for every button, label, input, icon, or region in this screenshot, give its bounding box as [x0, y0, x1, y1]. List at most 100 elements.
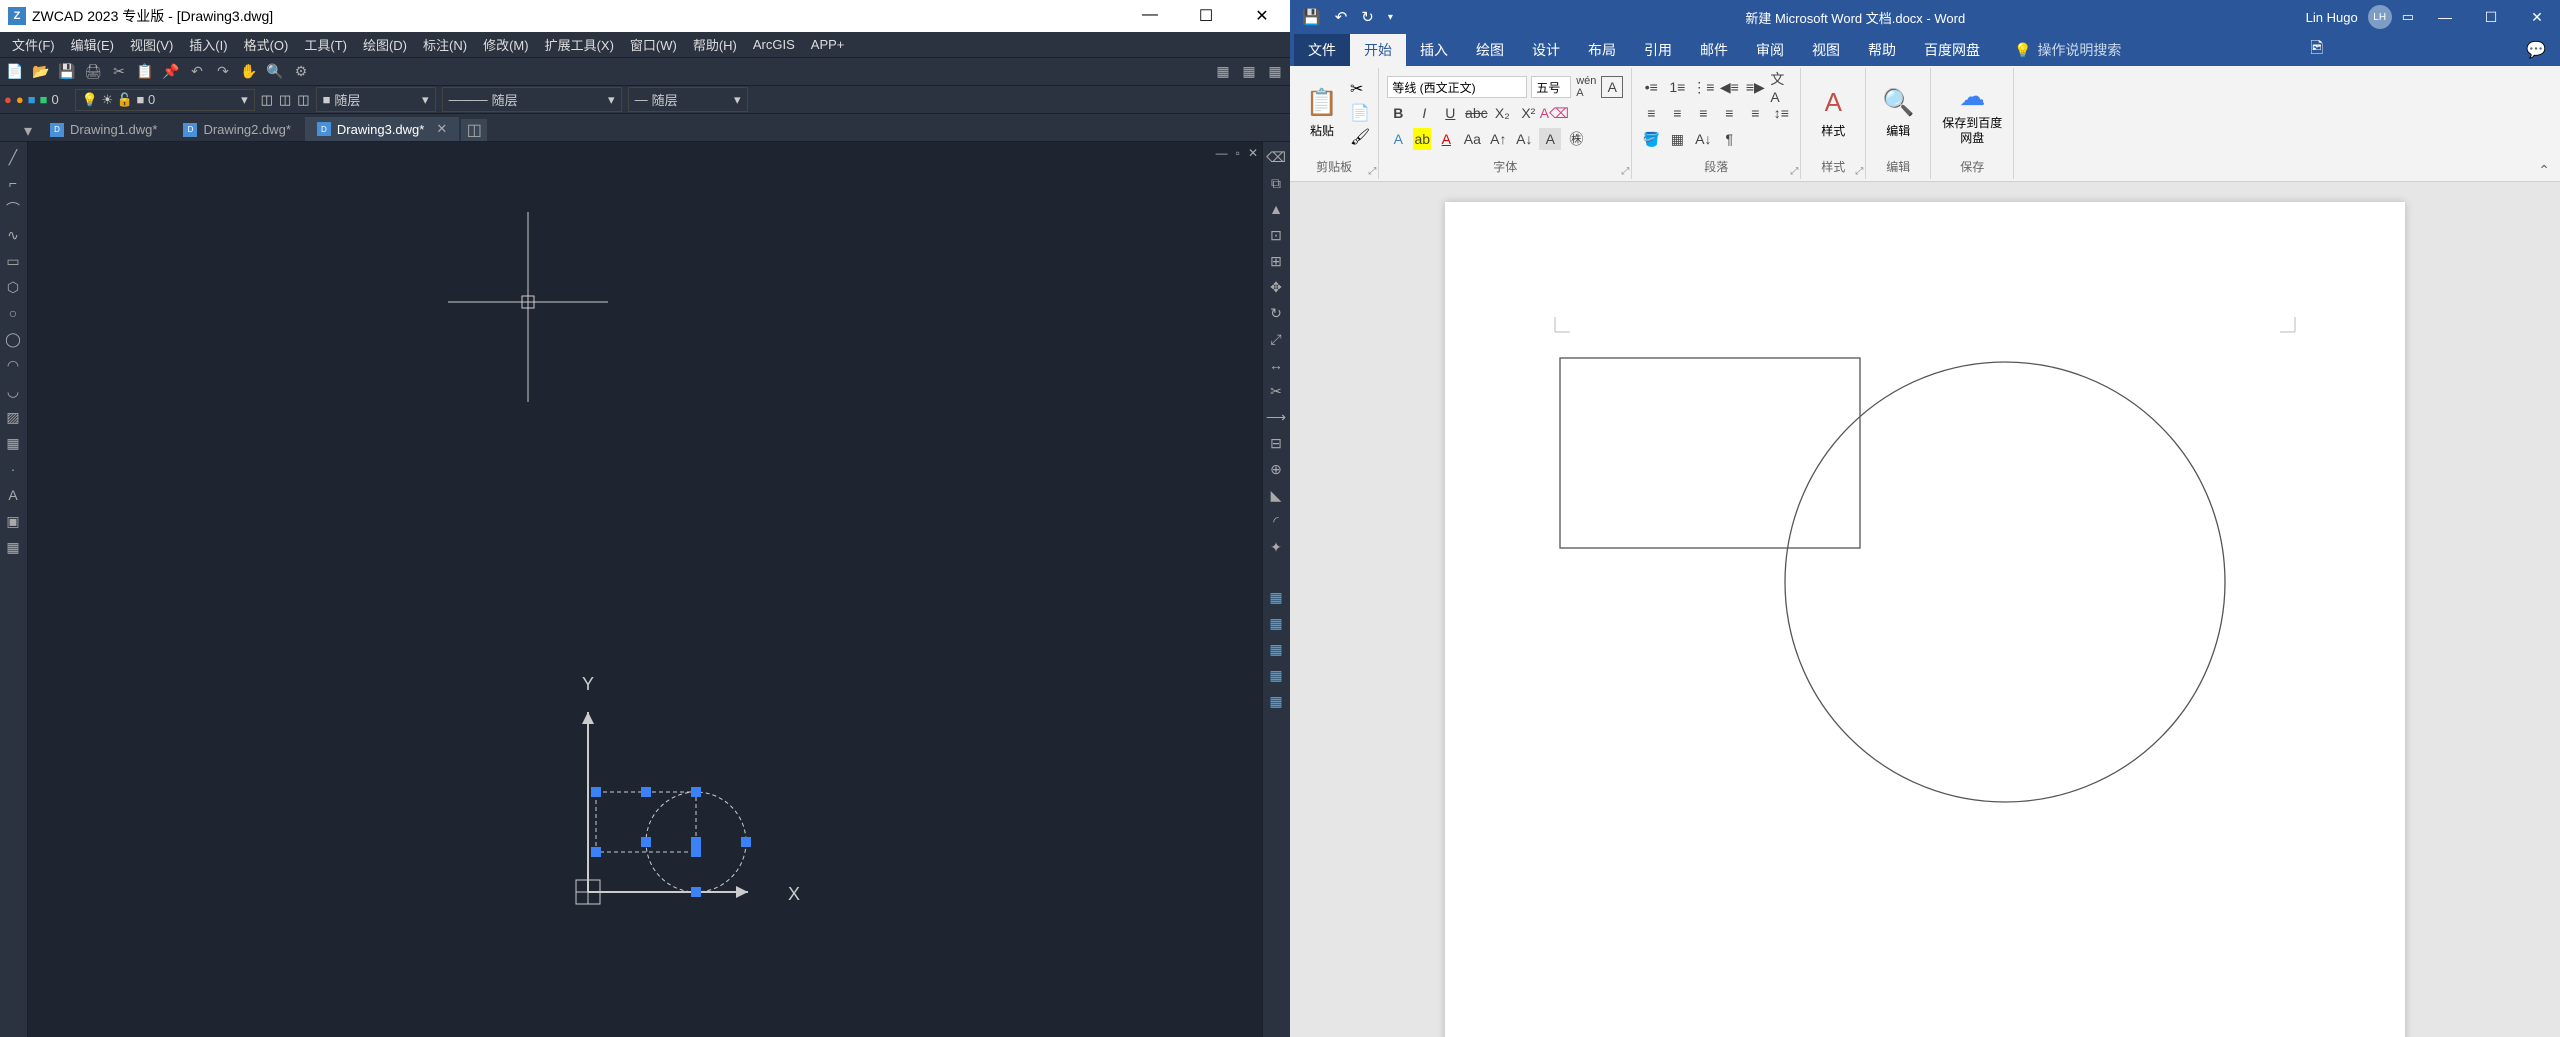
menu-window[interactable]: 窗口(W)	[622, 33, 685, 56]
polyline-tool-icon[interactable]: ⌐	[2, 172, 24, 194]
print-icon[interactable]: 🖨	[82, 61, 104, 83]
justify-icon[interactable]: ≡	[1718, 102, 1740, 124]
tab-draw[interactable]: 绘图	[1462, 34, 1518, 66]
borders-icon[interactable]: ▦	[1666, 128, 1688, 150]
array-tool-icon[interactable]: ⊞	[1265, 250, 1287, 272]
tab-drawing1[interactable]: D Drawing1.dwg*	[38, 118, 169, 141]
line-spacing-icon[interactable]: ↕≡	[1770, 102, 1792, 124]
text-tool-icon[interactable]: A	[2, 484, 24, 506]
chamfer-tool-icon[interactable]: ◣	[1265, 484, 1287, 506]
zwcad-canvas[interactable]: — ▫ ✕ X Y	[28, 142, 1262, 1037]
paste-button[interactable]: 📋 粘贴	[1298, 72, 1346, 154]
new-tab-button[interactable]: ◫	[461, 119, 487, 141]
copy-icon[interactable]: 📄	[1350, 103, 1370, 123]
clear-format-icon[interactable]: A⌫	[1543, 102, 1565, 124]
circle-tool-icon[interactable]: ○	[2, 302, 24, 324]
phonetic-guide-icon[interactable]: wénA	[1575, 76, 1597, 98]
tab-help[interactable]: 帮助	[1854, 34, 1910, 66]
point-tool-icon[interactable]: ·	[2, 458, 24, 480]
decrease-indent-icon[interactable]: ◀≡	[1718, 76, 1740, 98]
rectangle-tool-icon[interactable]: ▭	[2, 250, 24, 272]
stretch-tool-icon[interactable]: ↔	[1265, 354, 1287, 376]
font-size-dropdown[interactable]: 五号	[1531, 76, 1571, 98]
show-marks-icon[interactable]: ¶	[1718, 128, 1740, 150]
tab-scroll-left-icon[interactable]: ▾	[20, 121, 36, 141]
tab-view[interactable]: 视图	[1798, 34, 1854, 66]
change-case-icon[interactable]: Aa	[1461, 128, 1483, 150]
arc-tool-icon[interactable]: ⌒	[2, 198, 24, 220]
tab-file[interactable]: 文件	[1294, 34, 1350, 66]
menu-arcgis[interactable]: ArcGIS	[745, 35, 803, 54]
layer-tool1-icon[interactable]: ◫	[261, 92, 273, 108]
numbering-icon[interactable]: 1≡	[1666, 76, 1688, 98]
multilevel-icon[interactable]: ⋮≡	[1692, 76, 1714, 98]
minimize-button[interactable]: —	[2422, 0, 2468, 34]
tab-drawing3[interactable]: D Drawing3.dwg* ✕	[305, 117, 459, 141]
layer-visibility-dropdown[interactable]: 💡 ☀ 🔓 ■ 0▾	[75, 89, 255, 111]
ribbon-display-icon[interactable]: ▭	[2402, 9, 2414, 25]
maximize-button[interactable]: ☐	[1186, 6, 1226, 26]
redo-icon[interactable]: ↷	[212, 61, 234, 83]
tab-mailings[interactable]: 邮件	[1686, 34, 1742, 66]
layer-tool3-icon[interactable]: ◫	[297, 92, 309, 108]
lineweight-dropdown[interactable]: —随层▾	[628, 87, 748, 112]
color-dropdown[interactable]: ■随层▾	[316, 87, 436, 112]
grow-font-icon[interactable]: A↑	[1487, 128, 1509, 150]
user-name[interactable]: Lin Hugo	[2306, 10, 2358, 25]
copy-icon[interactable]: 📋	[134, 61, 156, 83]
menu-app[interactable]: APP+	[803, 35, 853, 54]
cut-icon[interactable]: ✂	[108, 61, 130, 83]
collapse-ribbon-icon[interactable]: ⌃	[2528, 68, 2560, 179]
view3-icon[interactable]: ▦	[1264, 61, 1286, 83]
erase-tool-icon[interactable]: ⌫	[1265, 146, 1287, 168]
layer5-icon[interactable]: 0	[51, 92, 58, 107]
palette3-icon[interactable]: ▦	[1265, 638, 1287, 660]
undo-icon[interactable]: ↶	[186, 61, 208, 83]
styles-dialog-launcher-icon[interactable]: ⤢	[1855, 166, 1863, 177]
menu-dimension[interactable]: 标注(N)	[415, 33, 475, 56]
format-painter-icon[interactable]: 🖌	[1350, 127, 1370, 147]
clipboard-dialog-launcher-icon[interactable]: ⤢	[1368, 166, 1376, 177]
tab-review[interactable]: 审阅	[1742, 34, 1798, 66]
save-icon[interactable]: 💾	[56, 61, 78, 83]
user-avatar[interactable]: LH	[2368, 5, 2392, 29]
close-button[interactable]: ✕	[1242, 6, 1282, 26]
palette2-icon[interactable]: ▦	[1265, 612, 1287, 634]
new-file-icon[interactable]: 📄	[4, 61, 26, 83]
enclose-char-icon[interactable]: ㊑	[1565, 128, 1587, 150]
properties-icon[interactable]: ⚙	[290, 61, 312, 83]
layer-icon[interactable]: ●	[4, 92, 12, 107]
layer3-icon[interactable]: ■	[28, 92, 36, 107]
tell-me-search[interactable]: 💡 操作说明搜索	[2014, 40, 2121, 60]
palette1-icon[interactable]: ▦	[1265, 586, 1287, 608]
menu-draw[interactable]: 绘图(D)	[355, 33, 415, 56]
line-tool-icon[interactable]: ╱	[2, 146, 24, 168]
hatch-tool-icon[interactable]: ▨	[2, 406, 24, 428]
minimize-button[interactable]: —	[1130, 6, 1170, 26]
save-icon[interactable]: 💾	[1302, 8, 1321, 26]
tab-layout[interactable]: 布局	[1574, 34, 1630, 66]
menu-format[interactable]: 格式(O)	[236, 33, 297, 56]
offset-tool-icon[interactable]: ⊡	[1265, 224, 1287, 246]
join-tool-icon[interactable]: ⊕	[1265, 458, 1287, 480]
open-file-icon[interactable]: 📂	[30, 61, 52, 83]
view-icon[interactable]: ▦	[1212, 61, 1234, 83]
redo-icon[interactable]: ↻	[1361, 8, 1374, 26]
mirror-tool-icon[interactable]: ▲	[1265, 198, 1287, 220]
cut-icon[interactable]: ✂	[1350, 79, 1370, 99]
tab-drawing2[interactable]: D Drawing2.dwg*	[171, 118, 302, 141]
shading-icon[interactable]: 🪣	[1640, 128, 1662, 150]
menu-tools[interactable]: 工具(T)	[296, 33, 355, 56]
editing-button[interactable]: 🔍 编辑	[1874, 72, 1922, 154]
increase-indent-icon[interactable]: ≡▶	[1744, 76, 1766, 98]
word-page[interactable]	[1445, 202, 2405, 1037]
layer2-icon[interactable]: ●	[16, 92, 24, 107]
layer4-icon[interactable]: ■	[40, 92, 48, 107]
sort-icon[interactable]: A↓	[1692, 128, 1714, 150]
text-direction-icon[interactable]: 文A	[1770, 76, 1792, 98]
menu-help[interactable]: 帮助(H)	[685, 33, 745, 56]
palette4-icon[interactable]: ▦	[1265, 664, 1287, 686]
scale-tool-icon[interactable]: ⤢	[1265, 328, 1287, 350]
rotate-tool-icon[interactable]: ↻	[1265, 302, 1287, 324]
palette5-icon[interactable]: ▦	[1265, 690, 1287, 712]
